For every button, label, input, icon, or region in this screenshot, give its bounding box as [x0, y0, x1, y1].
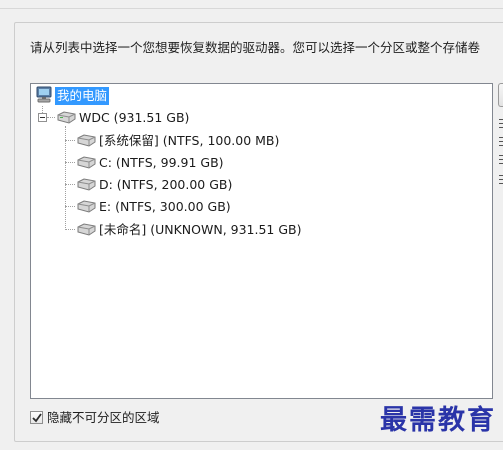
disk-label: WDC (931.51 GB): [79, 110, 190, 125]
drive-tree-view[interactable]: 我的电脑 WDC (931.51 GB) [系统保留] (NTFS, 100.0…: [30, 83, 493, 399]
partition-icon: [75, 178, 97, 195]
tree-connector: [65, 162, 75, 163]
instruction-text: 请从列表中选择一个您想要恢复数据的驱动器。您可以选择一个分区或整个存储卷: [30, 40, 481, 55]
window-top-edge: [0, 0, 503, 9]
disk-drive-icon: [55, 111, 77, 128]
side-text-fragment: [499, 154, 503, 165]
partition-label: [未命名] (UNKNOWN, 931.51 GB): [99, 222, 302, 237]
hide-unpartitioned-checkbox[interactable]: [30, 411, 43, 424]
tree-connector: [65, 206, 75, 207]
tree-connector: [65, 229, 75, 230]
partition-label: E: (NTFS, 300.00 GB): [99, 199, 231, 214]
tree-connector: [42, 106, 43, 113]
tree-connector: [65, 184, 75, 185]
partition-label: D: (NTFS, 200.00 GB): [99, 177, 233, 192]
side-text-fragment: [499, 136, 503, 147]
partition-icon: [75, 156, 97, 173]
partition-icon: [75, 200, 97, 217]
tree-root-label: 我的电脑: [55, 87, 110, 105]
partition-icon: [75, 134, 97, 151]
checkmark-icon: [32, 413, 42, 423]
partition-icon: [75, 223, 97, 240]
tree-connector: [47, 117, 55, 118]
side-text-fragment: [499, 118, 503, 129]
side-button[interactable]: [498, 83, 503, 107]
hide-unpartitioned-label: 隐藏不可分区的区域: [47, 410, 160, 425]
side-text-fragment: [499, 174, 503, 185]
collapse-toggle[interactable]: [38, 113, 47, 122]
tree-connector: [65, 140, 75, 141]
tree-connector: [65, 126, 66, 230]
computer-icon: [35, 86, 53, 107]
partition-label: C: (NTFS, 99.91 GB): [99, 155, 224, 170]
watermark-logo: 最需教育: [380, 405, 496, 436]
partition-label: [系统保留] (NTFS, 100.00 MB): [99, 133, 280, 148]
